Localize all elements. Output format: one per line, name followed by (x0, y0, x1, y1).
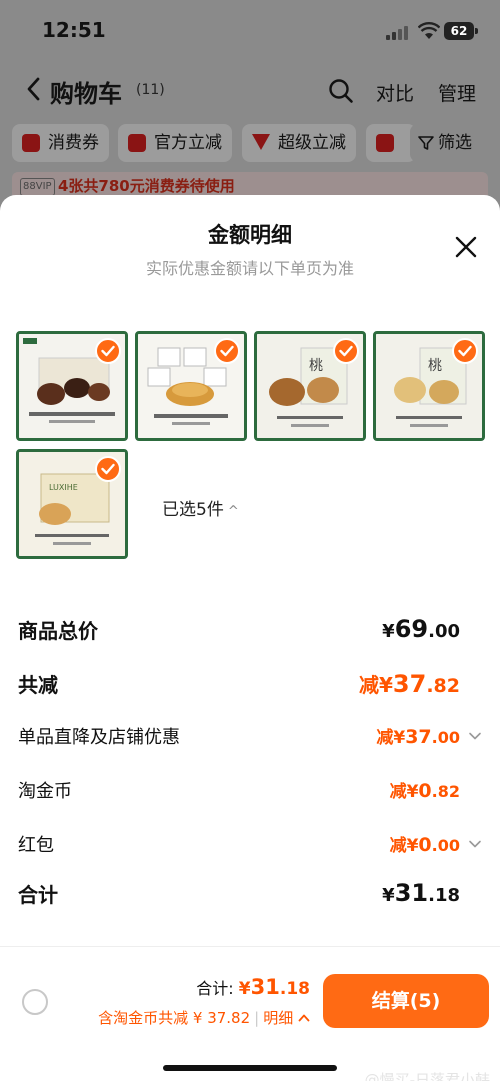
svg-text:桃: 桃 (428, 358, 442, 374)
lightning-icon (128, 134, 146, 152)
search-icon[interactable] (328, 78, 354, 104)
watermark: @慢买-日落君小韩 (364, 1071, 490, 1081)
filter-chips: 消费券 官方立减 超级立减 筛选 (0, 124, 500, 164)
coins-discount-detail[interactable]: 含淘金币共减 ¥ 37.82 | 明细 (98, 1007, 310, 1028)
filter-button[interactable]: 筛选 (410, 124, 482, 162)
total-value: ¥31.18 (382, 879, 460, 907)
selected-count-toggle[interactable]: 已选5件 ^ (162, 495, 239, 520)
coupon-icon (22, 134, 40, 152)
down-arrow-icon (252, 134, 270, 150)
store-discount-value: 减¥37.00 (376, 726, 460, 748)
red-packet-label: 红包 (18, 835, 54, 856)
product-thumbnail[interactable]: LUXIHE (16, 449, 128, 559)
cart-header: 购物车 (11) 对比 管理 (0, 68, 500, 112)
checkout-footer: 合计: ¥31.18 含淘金币共减 ¥ 37.82 | 明细 结算(5) @慢买-日… (0, 946, 500, 1081)
chevron-up-icon: ^ (227, 504, 239, 519)
chevron-up-icon (298, 1014, 310, 1022)
cart-count: (11) (136, 82, 165, 98)
chip-coupon[interactable]: 消费券 (12, 124, 109, 162)
chevron-down-icon[interactable] (468, 837, 482, 851)
close-icon[interactable] (454, 235, 478, 259)
select-all-radio[interactable] (22, 989, 48, 1015)
product-thumbnail[interactable]: 桃 (373, 331, 485, 441)
page-title: 购物车 (50, 80, 122, 108)
store-discount-label: 单品直降及店铺优惠 (18, 727, 180, 748)
chevron-down-icon[interactable] (468, 729, 482, 743)
home-indicator (163, 1065, 337, 1071)
chip-more[interactable] (366, 124, 416, 162)
chip-super-discount[interactable]: 超级立减 (242, 124, 356, 162)
row-coins: 淘金币 减¥0.82 (18, 777, 482, 811)
row-total: 合计 ¥31.18 (18, 879, 482, 913)
total-discount-value: 减¥37.82 (359, 670, 460, 698)
status-time: 12:51 (42, 18, 106, 42)
selected-check-icon (95, 456, 121, 482)
status-bar: 12:51 62 (0, 0, 500, 60)
product-thumbnail[interactable] (16, 331, 128, 441)
row-subtotal: 商品总价 ¥69.00 (18, 615, 482, 649)
row-red-packet[interactable]: 红包 减¥0.00 (18, 831, 482, 865)
selected-check-icon (95, 338, 121, 364)
total-label: 合计 (18, 883, 58, 907)
svg-text:桃: 桃 (309, 358, 323, 374)
coins-label: 淘金币 (18, 781, 72, 802)
subtotal-label: 商品总价 (18, 619, 98, 643)
total-discount-label: 共减 (18, 673, 58, 697)
battery-icon: 62 (444, 22, 478, 40)
manage-button[interactable]: 管理 (438, 79, 476, 106)
vip-badge: 88VIP (20, 178, 55, 196)
red-packet-value: 减¥0.00 (389, 834, 460, 856)
selected-check-icon (452, 338, 478, 364)
footer-total: 合计: ¥31.18 (196, 975, 310, 999)
sheet-title: 金额明细 (208, 223, 292, 247)
row-total-discount: 共减 减¥37.82 (18, 669, 482, 703)
subtotal-value: ¥69.00 (382, 615, 460, 643)
row-store-discount[interactable]: 单品直降及店铺优惠 减¥37.00 (18, 723, 482, 757)
sheet-subtitle: 实际优惠金额请以下单页为准 (145, 259, 354, 278)
compare-button[interactable]: 对比 (376, 79, 414, 106)
product-brand-text: LUXIHE (49, 483, 78, 492)
wifi-icon (418, 22, 440, 39)
back-arrow-icon[interactable] (24, 76, 44, 102)
chip-official-discount[interactable]: 官方立减 (118, 124, 232, 162)
product-thumbnail[interactable]: 桃 (254, 331, 366, 441)
coins-value: 减¥0.82 (389, 780, 460, 802)
coupon-icon (376, 134, 394, 152)
product-thumbnail[interactable] (135, 331, 247, 441)
selected-check-icon (214, 338, 240, 364)
checkout-button[interactable]: 结算(5) (323, 974, 489, 1028)
filter-icon (418, 136, 434, 150)
signal-icon (386, 24, 412, 40)
selected-check-icon (333, 338, 359, 364)
